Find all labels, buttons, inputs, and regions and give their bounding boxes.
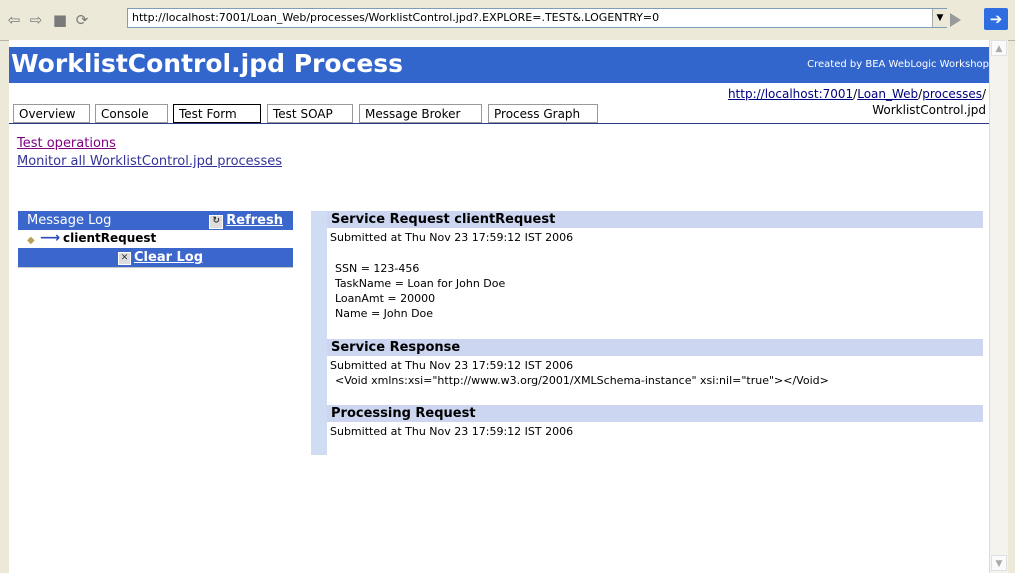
scroll-down-icon[interactable]: ▼	[991, 555, 1007, 571]
divider	[18, 267, 293, 268]
tab-message-broker[interactable]: Message Broker	[359, 104, 482, 123]
clear-icon: ✕	[118, 252, 131, 265]
page-content: WorklistControl.jpd Process Created by B…	[9, 40, 989, 573]
request-field: LoanAmt = 20000	[335, 292, 436, 305]
address-dropdown-icon[interactable]: ▼	[932, 9, 947, 27]
tab-test-form[interactable]: Test Form	[173, 104, 261, 123]
breadcrumb-app[interactable]: Loan_Web	[857, 87, 918, 101]
log-item-label: clientRequest	[63, 231, 157, 245]
section-title-processing: Processing Request	[327, 405, 983, 422]
refresh-browser-icon[interactable]: ⟳	[74, 12, 90, 28]
section-submitted-request: Submitted at Thu Nov 23 17:59:12 IST 200…	[330, 231, 574, 244]
tab-test-soap[interactable]: Test SOAP	[267, 104, 353, 123]
log-item-client-request[interactable]: ◆ ⟶ clientRequest	[18, 230, 293, 247]
links-block: Test operations Monitor all WorklistCont…	[17, 135, 282, 171]
go-icon[interactable]	[950, 13, 961, 27]
back-icon[interactable]: ⇦	[6, 12, 22, 28]
tab-overview[interactable]: Overview	[13, 104, 90, 123]
scroll-up-icon[interactable]: ▲	[991, 40, 1007, 56]
refresh-button[interactable]: ↻ Refresh	[209, 211, 283, 230]
request-field: SSN = 123-456	[335, 262, 420, 275]
section-submitted-processing: Submitted at Thu Nov 23 17:59:12 IST 200…	[330, 425, 574, 438]
breadcrumb-file: WorklistControl.jpd	[872, 103, 986, 117]
monitor-processes-link[interactable]: Monitor all WorklistControl.jpd processe…	[17, 153, 282, 171]
refresh-icon: ↻	[209, 215, 224, 229]
browser-toolbar: ⇦ ⇨ ■ ⟳ http://localhost:7001/Loan_Web/p…	[0, 0, 1015, 41]
test-operations-link[interactable]: Test operations	[17, 135, 282, 153]
tab-process-graph[interactable]: Process Graph	[488, 104, 598, 123]
page-title: WorklistControl.jpd Process	[11, 49, 404, 78]
request-field: TaskName = Loan for John Doe	[335, 277, 506, 290]
refresh-label: Refresh	[226, 213, 283, 228]
exit-icon[interactable]: ➔	[984, 8, 1008, 30]
forward-icon[interactable]: ⇨	[28, 12, 44, 28]
breadcrumb: http://localhost:7001/Loan_Web/processes…	[727, 87, 986, 117]
vertical-scrollbar[interactable]: ▲ ▼	[989, 40, 1008, 573]
message-log-header: Message Log ↻ Refresh	[18, 211, 293, 230]
clear-log-label: Clear Log	[134, 250, 204, 265]
tab-console[interactable]: Console	[95, 104, 168, 123]
message-log-title: Message Log	[27, 213, 112, 228]
clear-log-button[interactable]: ✕ Clear Log	[118, 248, 203, 267]
tab-underline	[9, 123, 989, 124]
section-title-request: Service Request clientRequest	[327, 211, 983, 228]
breadcrumb-host[interactable]: http://localhost:7001	[728, 87, 853, 101]
arrow-right-icon: ⟶	[40, 230, 61, 246]
section-submitted-response: Submitted at Thu Nov 23 17:59:12 IST 200…	[330, 359, 574, 372]
diamond-icon: ◆	[27, 235, 35, 246]
request-field: Name = John Doe	[335, 307, 434, 320]
response-body: <Void xmlns:xsi="http://www.w3.org/2001/…	[335, 374, 829, 387]
address-bar[interactable]: http://localhost:7001/Loan_Web/processes…	[127, 8, 947, 28]
section-title-response: Service Response	[327, 339, 983, 356]
breadcrumb-folder[interactable]: processes	[922, 87, 982, 101]
clear-log-bar: ✕ Clear Log	[18, 248, 293, 267]
stop-icon[interactable]: ■	[52, 12, 68, 28]
credit-text: Created by BEA WebLogic Workshop	[807, 59, 989, 70]
page-header: WorklistControl.jpd Process Created by B…	[9, 47, 989, 83]
detail-margin-strip	[311, 211, 327, 455]
